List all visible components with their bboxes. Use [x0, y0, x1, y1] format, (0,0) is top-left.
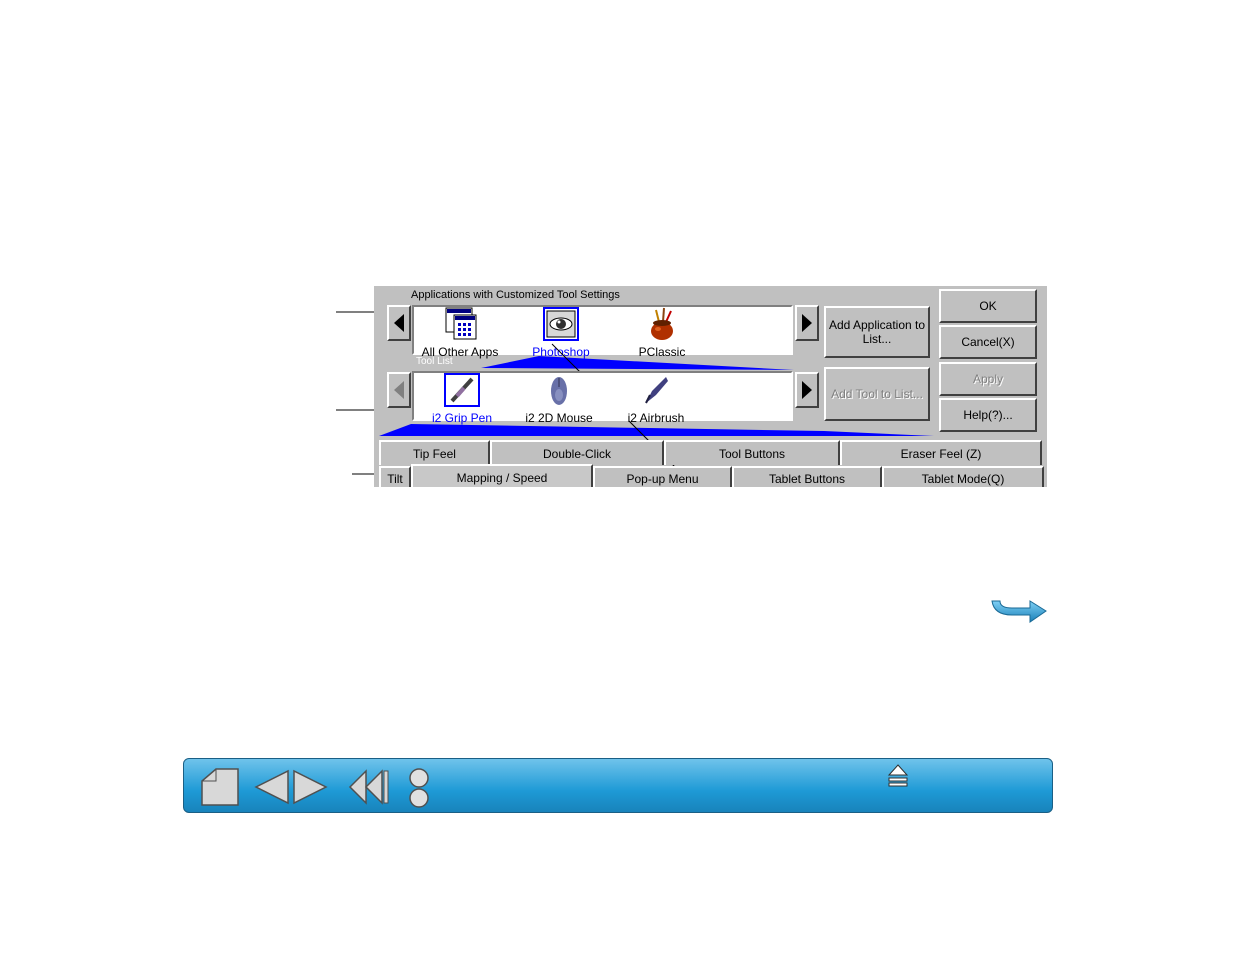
pen-icon [444, 373, 480, 407]
next-page-icon[interactable] [292, 769, 328, 805]
tool-list[interactable]: i2 Grip Pen i2 2D Mouse i2 Airbrush [412, 371, 793, 425]
contents-icon[interactable] [406, 787, 432, 809]
tab-popup-menu[interactable]: Pop-up Menu [593, 466, 732, 487]
mouse-icon [551, 377, 567, 405]
add-application-button[interactable]: Add Application to List... [824, 306, 930, 358]
tab-eraser-feel[interactable]: Eraser Feel (Z) [840, 440, 1042, 465]
tool-item-label: i2 2D Mouse [525, 411, 593, 425]
tab-tilt[interactable]: Tilt [379, 466, 411, 487]
ok-button[interactable]: OK [939, 289, 1037, 323]
tool-scroll-left-button[interactable] [387, 372, 411, 408]
tool-scroll-right-button[interactable] [795, 372, 819, 408]
tool-list-label: Tool List [416, 356, 453, 367]
tab-double-click[interactable]: Double-Click [490, 440, 664, 465]
tab-tablet-buttons[interactable]: Tablet Buttons [732, 466, 882, 487]
back-icon[interactable] [348, 769, 390, 805]
navigation-bar [183, 758, 1053, 813]
eject-icon[interactable] [887, 763, 909, 789]
arrow-right-icon [802, 381, 812, 399]
next-arrow-icon[interactable] [990, 597, 1048, 625]
help-button[interactable]: Help(?)... [939, 398, 1037, 432]
airbrush-icon [645, 377, 668, 404]
tab-tip-feel[interactable]: Tip Feel [379, 440, 490, 465]
arrow-left-icon [394, 381, 404, 399]
add-tool-button[interactable]: Add Tool to List... [824, 367, 930, 421]
apply-button[interactable]: Apply [939, 362, 1037, 396]
tool-item-grip-pen[interactable]: i2 Grip Pen [417, 373, 507, 425]
cancel-button[interactable]: Cancel(X) [939, 325, 1037, 359]
tool-item-label: i2 Airbrush [627, 411, 685, 425]
home-icon[interactable] [200, 767, 240, 807]
tool-item-2d-mouse[interactable]: i2 2D Mouse [514, 373, 604, 425]
previous-page-icon[interactable] [254, 769, 290, 805]
tool-item-label: i2 Grip Pen [431, 411, 493, 425]
tab-mapping-speed[interactable]: Mapping / Speed [411, 464, 593, 487]
tablet-properties-dialog: Applications with Customized Tool Settin… [374, 286, 1047, 487]
tab-tool-buttons[interactable]: Tool Buttons [664, 440, 840, 465]
tool-item-airbrush[interactable]: i2 Airbrush [611, 373, 701, 425]
tab-tablet-mode[interactable]: Tablet Mode(Q) [882, 466, 1044, 487]
